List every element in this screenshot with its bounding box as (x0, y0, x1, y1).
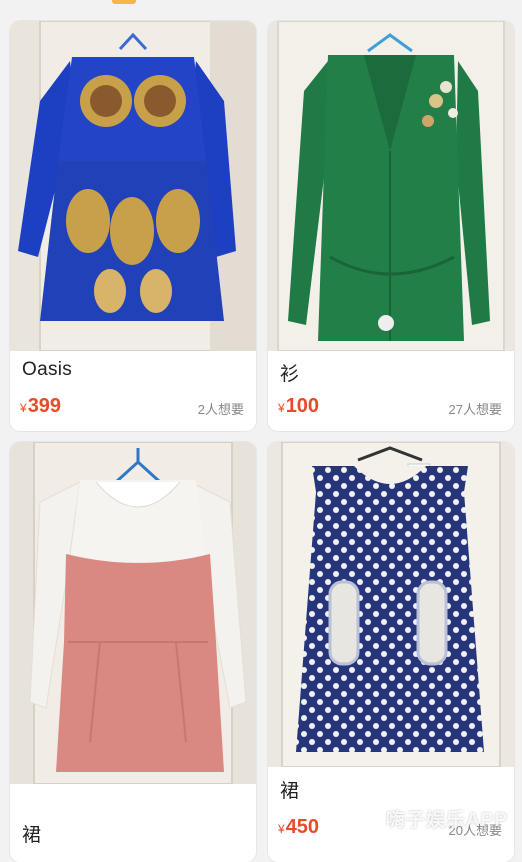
product-title: 衫 (280, 364, 300, 385)
product-title: 裙 (280, 781, 300, 802)
product-card-dress-pink[interactable]: 裙 (10, 442, 256, 862)
watermark-logo-icon (356, 806, 382, 832)
product-photo (10, 442, 256, 784)
currency-symbol: ¥ (278, 401, 285, 415)
price-value: 450 (285, 816, 320, 838)
watermark-text: 嗨子娱乐APP (385, 810, 508, 831)
product-card-dress-polka[interactable]: 裙 ¥450 20人想要 (268, 442, 514, 862)
product-card-shirt[interactable]: 衫 ¥100 27人想要 (268, 21, 514, 431)
price-value: 399 (27, 395, 62, 417)
product-price: ¥450 (278, 816, 319, 839)
price-value: 100 (285, 395, 320, 417)
product-title: 裙 (22, 825, 42, 846)
currency-symbol: ¥ (20, 401, 27, 415)
product-photo (10, 21, 256, 351)
product-grid: Oasis ¥399 2人想要 衫 ¥100 27人想要 裙 裙 ¥450 20… (0, 0, 522, 862)
product-price: ¥399 (20, 395, 61, 418)
product-price: ¥100 (278, 395, 319, 418)
product-photo (268, 442, 514, 767)
currency-symbol: ¥ (278, 822, 285, 836)
wants-count: 2人想要 (197, 402, 244, 417)
wants-count: 27人想要 (448, 402, 502, 417)
product-photo (268, 21, 514, 351)
product-title: Oasis (22, 359, 73, 380)
product-card-oasis[interactable]: Oasis ¥399 2人想要 (10, 21, 256, 431)
